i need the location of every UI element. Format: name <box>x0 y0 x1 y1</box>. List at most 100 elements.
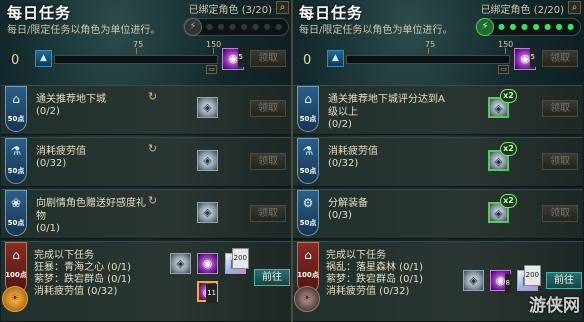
quest-title: 通关推荐地下城 <box>36 94 106 105</box>
quest-row: ❀ 50点 向剧情角色赠送好感度礼物 (0/1) ↻ ◈ 领取 <box>1 189 291 239</box>
quest-title: 向剧情角色赠送好感度礼物 <box>36 198 146 222</box>
watermark: 游侠网 <box>529 296 580 316</box>
bound-characters-label: 已绑定角色 (3/20) <box>188 5 272 16</box>
quest-title: 分解装备 <box>328 198 368 209</box>
final-quest-row: ⌂ 100点 ☀ 完成以下任务 狂暴：青海之心 (0/1) 萦梦：跌宕群岛 (0/… <box>1 241 291 322</box>
reward-item[interactable]: ▤200 <box>517 265 541 291</box>
final-quest-line: 消耗疲劳值 (0/32) <box>34 286 118 297</box>
quest-row: ⚗ 50点 消耗疲劳值 (0/32) ◈ x2 领取 <box>293 137 583 187</box>
reward-item[interactable]: ◉ 8 <box>490 270 511 293</box>
daily-quest-panel-right: 每日任务 每日/限定任务以角色为单位进行。 已绑定角色 (2/20) ⌕ ⚡ ●… <box>292 0 584 322</box>
reward-item[interactable]: ◈ <box>170 253 191 274</box>
bound-characters-label: 已绑定角色 (2/20) <box>480 5 564 16</box>
quest-count: (0/2) <box>36 106 60 117</box>
quest-title: 消耗疲劳值 <box>328 146 378 157</box>
tick-75: 75 <box>425 40 436 49</box>
final-quest-lines: 完成以下任务 祸乱：落星森林 (0/1) 萦梦：跌宕群岛 (0/1) 消耗疲劳值… <box>326 250 423 298</box>
quest-ribbon: ❀ 50点 <box>5 190 27 236</box>
milestone-reward-item[interactable]: ◉ 5 <box>222 47 244 70</box>
panel-title: 每日任务 <box>7 4 72 22</box>
points-icon: ▲ <box>327 50 344 67</box>
claim-button[interactable]: 领取 <box>250 205 286 222</box>
dungeon-icon: ⌂ <box>304 92 312 106</box>
magnifier-icon[interactable]: ⌕ <box>568 1 581 14</box>
points-icon: ▲ <box>35 50 52 67</box>
quest-count: (0/3) <box>328 210 352 221</box>
tick-150-mark <box>505 48 506 54</box>
quest-count: (0/1) <box>36 223 60 234</box>
fatigue-icon: ⚗ <box>302 144 314 158</box>
reward-item[interactable]: ◈ <box>197 150 218 171</box>
lightning-icon: ⚡ <box>184 18 202 36</box>
reward-item[interactable]: ◈ <box>463 270 484 291</box>
energy-dots: ● ● ● ● ● ● ● <box>206 22 284 31</box>
quest-row: ⚙ 50点 分解装备 (0/3) ◈ x2 领取 <box>293 189 583 239</box>
quest-title: 通关推荐地下城评分达到A级以上 <box>328 94 445 118</box>
energy-dots: ● ● ● ● ● ● ● <box>498 22 576 31</box>
reward-item[interactable]: ◉ <box>197 253 218 274</box>
final-quest-lines: 完成以下任务 狂暴：青海之心 (0/1) 萦梦：跌宕群岛 (0/1) 消耗疲劳值… <box>34 250 131 298</box>
points-total: 0 <box>303 53 312 68</box>
fatigue-icon: ⚗ <box>10 144 22 158</box>
quest-ribbon: ⚗ 50点 <box>297 138 319 184</box>
reward-item[interactable]: ◉11 <box>197 281 218 303</box>
claim-button[interactable]: 领取 <box>250 153 286 170</box>
quest-ribbon: ⌂ 50点 <box>5 86 27 132</box>
claim-button[interactable]: 领取 <box>542 205 578 222</box>
quest-row: ⌂ 50点 通关推荐地下城 (0/2) ↻ ◈ 领取 <box>1 85 291 135</box>
daily-quest-panel-left: 每日任务 每日/限定任务以角色为单位进行。 已绑定角色 (3/20) ⌕ ⚡ ●… <box>0 0 292 322</box>
dungeon-icon: ⌂ <box>12 92 20 106</box>
refresh-icon[interactable]: ↻ <box>148 90 157 103</box>
quest-count: (0/2) <box>328 119 352 130</box>
reward-item[interactable]: ◈ x2 <box>488 194 517 223</box>
claim-button[interactable]: 领取 <box>542 100 578 117</box>
dungeon-icon: ⌂ <box>12 248 20 262</box>
progress-end-icon: ▭ <box>206 65 217 74</box>
reward-item[interactable]: ◈ x2 <box>488 89 517 118</box>
claim-milestone-button[interactable]: 领取 <box>542 50 578 67</box>
final-quest-title: 完成以下任务 <box>34 250 94 261</box>
claim-button[interactable]: 领取 <box>542 153 578 170</box>
quest-title: 消耗疲劳值 <box>36 146 86 157</box>
panel-title: 每日任务 <box>299 4 364 22</box>
locked-medal-icon: ☀ <box>294 286 320 312</box>
refresh-icon[interactable]: ↻ <box>148 194 157 207</box>
claim-milestone-button[interactable]: 领取 <box>250 50 286 67</box>
reward-item[interactable]: ◈ x2 <box>488 142 517 171</box>
final-quest-line: 萦梦：跌宕群岛 (0/1) <box>326 274 424 285</box>
final-quest-line: 消耗疲劳值 (0/32) <box>326 286 410 297</box>
final-quest-title: 完成以下任务 <box>326 250 386 261</box>
gear-icon: ⚙ <box>302 196 314 210</box>
panel-subtitle: 每日/限定任务以角色为单位进行。 <box>7 25 161 36</box>
dungeon-icon: ⌂ <box>304 248 312 262</box>
quest-ribbon: ⚗ 50点 <box>5 138 27 184</box>
quest-count: (0/32) <box>328 158 359 169</box>
tick-75-mark <box>136 48 137 54</box>
quest-row: ⌂ 50点 通关推荐地下城评分达到A级以上 (0/2) ◈ x2 领取 <box>293 85 583 135</box>
panel-divider <box>291 0 293 322</box>
reward-item[interactable]: ◈ <box>197 97 218 118</box>
lightning-icon: ⚡ <box>476 18 494 36</box>
quest-count: (0/32) <box>36 158 67 169</box>
final-quest-line: 狂暴：青海之心 (0/1) <box>34 262 132 273</box>
claim-button[interactable]: 领取 <box>250 100 286 117</box>
points-progress-bar <box>346 55 510 64</box>
points-total: 0 <box>11 53 20 68</box>
final-quest-line: 祸乱：落星森林 (0/1) <box>326 262 424 273</box>
magnifier-icon[interactable]: ⌕ <box>276 1 289 14</box>
go-button[interactable]: 前往 <box>546 272 582 289</box>
refresh-icon[interactable]: ↻ <box>148 142 157 155</box>
milestone-reward-item[interactable]: ◉ 5 <box>514 47 536 70</box>
sun-medal-icon: ☀ <box>2 286 28 312</box>
gift-icon: ❀ <box>10 196 22 210</box>
go-button[interactable]: 前往 <box>254 269 290 286</box>
energy-bar: ⚡ ● ● ● ● ● ● ● <box>475 18 581 36</box>
panel-subtitle: 每日/限定任务以角色为单位进行。 <box>299 25 453 36</box>
quest-ribbon: ⚙ 50点 <box>297 190 319 236</box>
tick-150-mark <box>213 48 214 54</box>
quest-row: ⚗ 50点 消耗疲劳值 (0/32) ↻ ◈ 领取 <box>1 137 291 187</box>
energy-bar: ⚡ ● ● ● ● ● ● ● <box>183 18 289 36</box>
reward-item[interactable]: ▤200 <box>225 248 249 274</box>
reward-item[interactable]: ◈ <box>197 202 218 223</box>
tick-75: 75 <box>133 40 144 49</box>
